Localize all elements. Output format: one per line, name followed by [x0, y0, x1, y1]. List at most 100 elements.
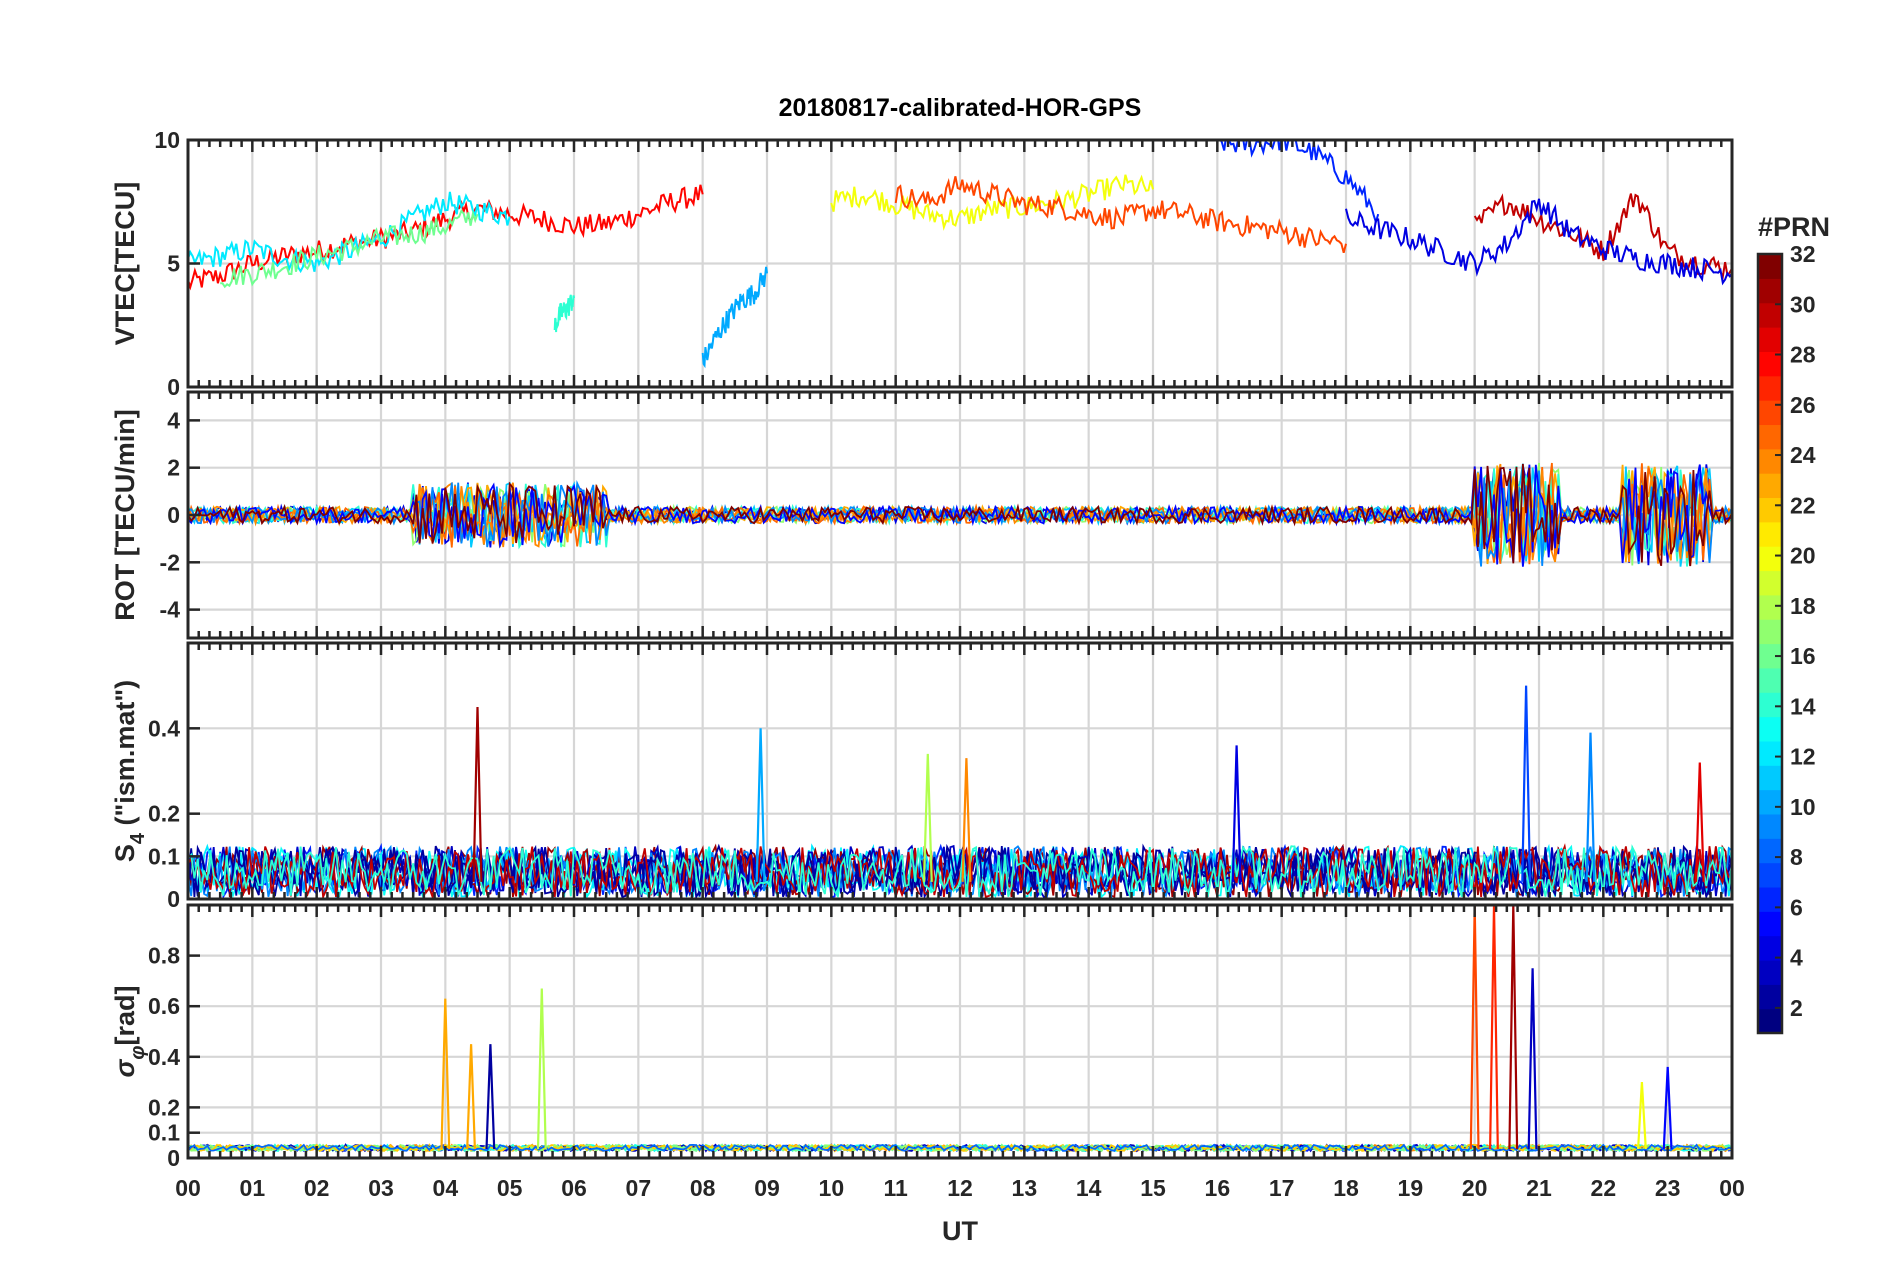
vtec-trace-prn-10 [701, 266, 768, 369]
y-tick-label: 10 [154, 127, 180, 153]
x-tick-label: 16 [1205, 1175, 1231, 1201]
panel-vtec: 0 5 10 VTEC[TECU] [110, 127, 1734, 400]
colorbar-tick-label: 28 [1790, 342, 1816, 368]
y-tick-label: 2 [167, 455, 180, 481]
colorbar-tick-label: 18 [1790, 593, 1816, 619]
x-tick-label: 12 [947, 1175, 973, 1201]
colorbar-tick-label: 2 [1790, 995, 1803, 1021]
colorbar-segment [1758, 765, 1782, 791]
colorbar-tick-label: 30 [1790, 291, 1816, 317]
colorbar-segment [1758, 497, 1782, 523]
x-axis: 00 01 02 03 04 05 06 07 08 09 10 11 12 13 14 15 16 17 18 19… [175, 1175, 1745, 1201]
x-tick-label: 17 [1269, 1175, 1295, 1201]
colorbar-segment [1758, 473, 1782, 499]
x-tick-label: 10 [819, 1175, 845, 1201]
x-tick-label: 21 [1526, 1175, 1552, 1201]
vtec-trace-prn-6 [1219, 140, 1380, 226]
x-tick-label: 23 [1655, 1175, 1681, 1201]
colorbar-tick-label: 4 [1790, 945, 1803, 971]
y-tick-label: 0.1 [148, 1120, 180, 1146]
y-tick-label: 0.8 [148, 943, 180, 969]
x-tick-label: 08 [690, 1175, 716, 1201]
y-axis-label-s4: S4 ("ism.mat") [110, 680, 149, 862]
colorbar-segment [1758, 375, 1782, 401]
x-tick-label: 18 [1333, 1175, 1359, 1201]
y-axis-label-sigma_phi: σφ[rad] [110, 986, 149, 1078]
colorbar-segment [1758, 862, 1782, 888]
x-tick-label: 02 [304, 1175, 330, 1201]
spike-mark [536, 988, 547, 1150]
spike-mark [1489, 905, 1499, 1150]
colorbar-segment [1758, 789, 1782, 815]
x-tick-label: 13 [1012, 1175, 1038, 1201]
colorbar-tick-label: 32 [1790, 241, 1816, 267]
figure-title: 20180817-calibrated-HOR-GPS [779, 94, 1142, 122]
spike-mark [1527, 968, 1538, 1150]
colorbar-segment [1758, 302, 1782, 328]
x-tick-label: 15 [1140, 1175, 1166, 1201]
colorbar-tick-label: 6 [1790, 894, 1803, 920]
x-tick-label: 20 [1462, 1175, 1488, 1201]
colorbar: 2468101214161820222426283032#PRN [1756, 212, 1830, 1035]
vtec-trace-prn-14 [553, 294, 575, 333]
colorbar-segment [1758, 594, 1782, 620]
panels: 0510VTEC[TECU]-4-2024ROT [TECU/min]00.10… [110, 127, 1734, 1171]
colorbar-segment [1758, 546, 1782, 572]
x-tick-label: 06 [561, 1175, 587, 1201]
y-tick-label: 0.1 [148, 843, 180, 869]
vtec-trace-prn-12 [188, 191, 511, 274]
colorbar-segment [1758, 959, 1782, 985]
y-tick-label: 4 [167, 407, 180, 433]
panel-s4: 0 0.1 0.2 0.4S4 ("ism.mat") [110, 641, 1734, 912]
colorbar-segment [1758, 692, 1782, 718]
x-tick-label: 11 [884, 1175, 909, 1201]
y-tick-label: 0.4 [148, 1044, 180, 1070]
colorbar-segment [1758, 619, 1782, 645]
y-tick-label: -2 [160, 549, 180, 575]
colorbar-segment [1758, 838, 1782, 864]
colorbar-segment [1758, 448, 1782, 474]
y-tick-label: 0.2 [148, 801, 180, 827]
panel-sigma_phi: 00.10.2 0.4 0.6 0.8 σφ[rad] [110, 903, 1734, 1171]
y-tick-label: 0 [167, 1145, 180, 1171]
x-tick-label: 05 [497, 1175, 523, 1201]
y-axis-label-rot: ROT [TECU/min] [110, 409, 140, 620]
y-tick-label: -4 [160, 597, 181, 623]
y-tick-label: 5 [167, 251, 180, 277]
colorbar-segment [1758, 570, 1782, 596]
y-tick-label: 0 [167, 502, 180, 528]
colorbar-tick-label: 26 [1790, 392, 1816, 418]
colorbar-segment [1758, 424, 1782, 450]
colorbar-segment [1758, 1008, 1782, 1034]
y-tick-label: 0.4 [148, 715, 180, 741]
y-axis-label-vtec: VTEC[TECU] [110, 182, 140, 346]
colorbar-tick-label: 10 [1790, 794, 1816, 820]
colorbar-segment [1758, 278, 1782, 304]
y-tick-label: 0.6 [148, 993, 180, 1019]
colorbar-segment [1758, 984, 1782, 1010]
colorbar-tick-label: 8 [1790, 844, 1803, 870]
x-tick-label: 00 [1719, 1175, 1745, 1201]
y-tick-label: 0.2 [148, 1094, 180, 1120]
x-tick-label: 03 [368, 1175, 394, 1201]
colorbar-tick-label: 12 [1790, 744, 1816, 770]
x-tick-label: 00 [175, 1175, 201, 1201]
colorbar-segment [1758, 911, 1782, 937]
colorbar-tick-label: 20 [1790, 543, 1816, 569]
colorbar-tick-label: 22 [1790, 492, 1816, 518]
colorbar-title: #PRN [1758, 212, 1830, 242]
x-tick-label: 04 [433, 1175, 459, 1201]
x-tick-label: 01 [240, 1175, 266, 1201]
x-tick-label: 14 [1076, 1175, 1102, 1201]
x-tick-label: 09 [754, 1175, 780, 1201]
vtec-trace-prn-20 [830, 174, 1154, 231]
colorbar-segment [1758, 740, 1782, 766]
spike-mark [1508, 905, 1519, 1150]
colorbar-segment [1758, 327, 1782, 352]
x-axis-label: UT [942, 1216, 978, 1246]
y-tick-label: 0 [167, 886, 180, 912]
y-tick-label: 0 [167, 374, 180, 400]
colorbar-segment [1758, 667, 1782, 693]
colorbar-tick-label: 14 [1790, 693, 1816, 719]
colorbar-tick-label: 24 [1790, 442, 1816, 468]
